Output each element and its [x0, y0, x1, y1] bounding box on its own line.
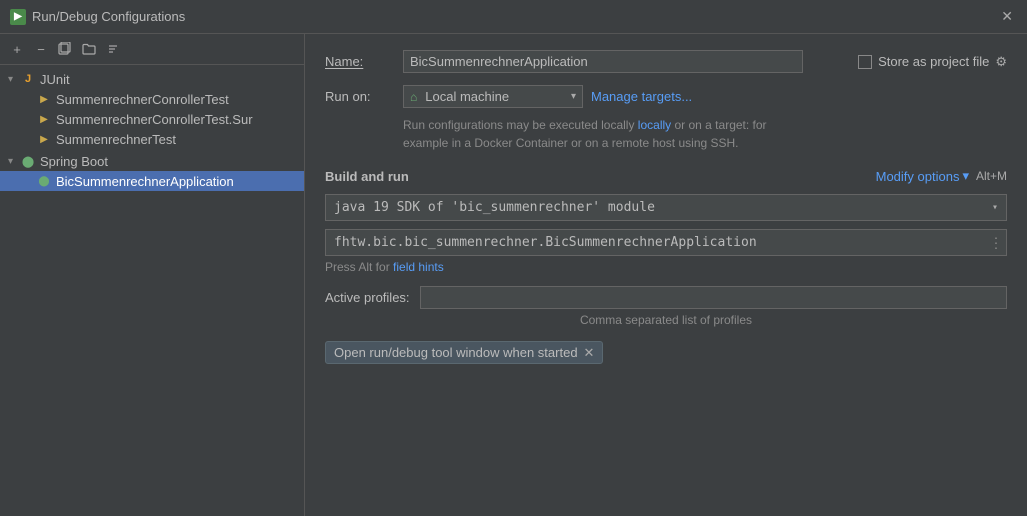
open-tool-window-tag: Open run/debug tool window when started … — [325, 341, 603, 364]
dialog-container: ▶ Run/Debug Configurations ✕ + − — [0, 0, 1027, 516]
info-text-locally: Run configurations may be executed local… — [403, 118, 634, 132]
run-on-value: Local machine — [425, 89, 509, 104]
folder-config-button[interactable] — [78, 38, 100, 60]
tree-item-junit[interactable]: ▾ J JUnit — [0, 69, 304, 89]
junit-expand-icon: ▾ — [8, 74, 20, 85]
modify-options-label: Modify options — [876, 169, 960, 184]
sort-config-button[interactable] — [102, 38, 124, 60]
profiles-input[interactable] — [420, 286, 1007, 309]
tree-item-springboot[interactable]: ▾ ⬤ Spring Boot — [0, 151, 304, 171]
profiles-row: Active profiles: — [325, 286, 1007, 309]
modify-options-button[interactable]: Modify options ▾ Alt+M — [876, 168, 1007, 184]
info-link-locally[interactable]: locally — [634, 118, 671, 132]
run-on-icon: ⌂ — [410, 90, 417, 104]
test1-icon: ▶ — [36, 91, 52, 107]
manage-targets-link[interactable]: Manage targets... — [591, 89, 692, 104]
info-text: Run configurations may be executed local… — [403, 116, 1007, 152]
tree-item-app[interactable]: ⬤ BicSummenrechnerApplication — [0, 171, 304, 191]
run-on-arrow-icon: ▾ — [571, 91, 576, 102]
name-label: Name: — [325, 54, 395, 69]
copy-config-button[interactable] — [54, 38, 76, 60]
junit-icon: J — [20, 71, 36, 87]
field-hints-static: Press Alt for — [325, 260, 390, 274]
chevron-down-icon: ▾ — [962, 168, 969, 184]
test3-label: SummenrechnerTest — [56, 132, 176, 147]
store-project-label: Store as project file — [878, 54, 989, 69]
run-on-label: Run on: — [325, 89, 395, 104]
field-hints-link[interactable]: field hints — [393, 260, 444, 274]
build-run-header: Build and run Modify options ▾ Alt+M — [325, 168, 1007, 184]
dialog-icon: ▶ — [10, 9, 26, 25]
app-icon: ⬤ — [36, 173, 52, 189]
bottom-row: Open run/debug tool window when started … — [325, 341, 1007, 364]
app-label: BicSummenrechnerApplication — [56, 174, 234, 189]
sdk-arrow-icon: ▾ — [992, 202, 998, 213]
info-text-or: or on a target: for — [671, 118, 766, 132]
profiles-label: Active profiles: — [325, 290, 410, 305]
remove-config-button[interactable]: − — [30, 38, 52, 60]
store-gear-icon[interactable]: ⚙ — [995, 54, 1007, 70]
left-panel: + − — [0, 34, 305, 516]
open-tool-window-label: Open run/debug tool window when started — [334, 345, 578, 360]
sdk-dropdown[interactable]: java 19 SDK of 'bic_summenrechner' modul… — [325, 194, 1007, 221]
tree-item-test1[interactable]: ▶ SummenrechnerConrollerTest — [0, 89, 304, 109]
close-button[interactable]: ✕ — [997, 6, 1017, 27]
test3-icon: ▶ — [36, 131, 52, 147]
info-text-line2: example in a Docker Container or on a re… — [403, 136, 739, 150]
name-input[interactable] — [403, 50, 803, 73]
open-tool-window-close-icon[interactable]: ✕ — [584, 346, 595, 359]
tree-item-test3[interactable]: ▶ SummenrechnerTest — [0, 129, 304, 149]
junit-label: JUnit — [40, 72, 70, 87]
run-on-row: Run on: ⌂ Local machine ▾ Manage targets… — [325, 85, 1007, 108]
test2-label: SummenrechnerConrollerTest.Sur — [56, 112, 253, 127]
store-project-checkbox[interactable] — [858, 55, 872, 69]
right-panel: Name: Store as project file ⚙ Run on: ⌂ … — [305, 34, 1027, 516]
test1-label: SummenrechnerConrollerTest — [56, 92, 229, 107]
sdk-value: java 19 SDK of 'bic_summenrechner' modul… — [334, 200, 655, 215]
main-class-input[interactable] — [325, 229, 1007, 256]
add-config-button[interactable]: + — [6, 38, 28, 60]
main-class-row: ⋮ — [325, 229, 1007, 256]
title-bar: ▶ Run/Debug Configurations ✕ — [0, 0, 1027, 34]
modify-options-shortcut: Alt+M — [976, 169, 1007, 183]
dialog-title: Run/Debug Configurations — [32, 9, 185, 24]
main-content: + − — [0, 34, 1027, 516]
build-run-title: Build and run — [325, 169, 409, 184]
springboot-expand-icon: ▾ — [8, 156, 20, 167]
tree-item-test2[interactable]: ▶ SummenrechnerConrollerTest.Sur — [0, 109, 304, 129]
toolbar: + − — [0, 34, 304, 65]
run-on-dropdown[interactable]: ⌂ Local machine ▾ — [403, 85, 583, 108]
field-hints-text: Press Alt for field hints — [325, 260, 1007, 274]
title-bar-left: ▶ Run/Debug Configurations — [10, 9, 185, 25]
store-project-row: Store as project file ⚙ — [858, 54, 1007, 70]
main-class-browse-icon[interactable]: ⋮ — [989, 234, 1003, 251]
springboot-icon: ⬤ — [20, 153, 36, 169]
config-tree: ▾ J JUnit ▶ SummenrechnerConrollerTest ▶… — [0, 65, 304, 516]
springboot-label: Spring Boot — [40, 154, 108, 169]
profiles-hint: Comma separated list of profiles — [325, 313, 1007, 327]
test2-icon: ▶ — [36, 111, 52, 127]
